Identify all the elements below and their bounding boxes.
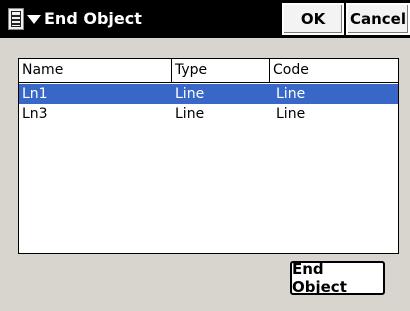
menu-icon-line (12, 19, 20, 21)
column-header-code[interactable]: Code (270, 59, 398, 82)
menu-icon[interactable] (8, 8, 24, 30)
cell-code: Line (276, 86, 306, 102)
list-row-ln3[interactable]: Ln3 Line Line (19, 104, 398, 124)
cell-type: Line (175, 106, 205, 122)
menu-icon-line (12, 15, 20, 17)
list-header: Name Type Code (19, 59, 398, 83)
chevron-down-icon[interactable] (27, 15, 41, 24)
title-bar: End Object OK Cancel (0, 0, 410, 38)
cancel-button[interactable]: Cancel (346, 3, 410, 35)
objects-list[interactable]: Name Type Code Ln1 Line Line Ln3 Line Li… (18, 58, 399, 254)
end-object-button[interactable]: End Object (290, 260, 385, 296)
column-header-name[interactable]: Name (19, 59, 172, 82)
window-title: End Object (44, 9, 142, 28)
cell-name: Ln1 (22, 86, 48, 102)
menu-icon-line (12, 23, 20, 25)
cell-code: Line (276, 106, 306, 122)
column-header-type[interactable]: Type (172, 59, 270, 82)
list-row-ln1[interactable]: Ln1 Line Line (19, 84, 398, 104)
cell-name: Ln3 (22, 106, 48, 122)
cell-type: Line (175, 86, 205, 102)
ok-button[interactable]: OK (282, 3, 344, 35)
dialog-window: End Object OK Cancel Name Type Code Ln1 … (0, 0, 410, 311)
